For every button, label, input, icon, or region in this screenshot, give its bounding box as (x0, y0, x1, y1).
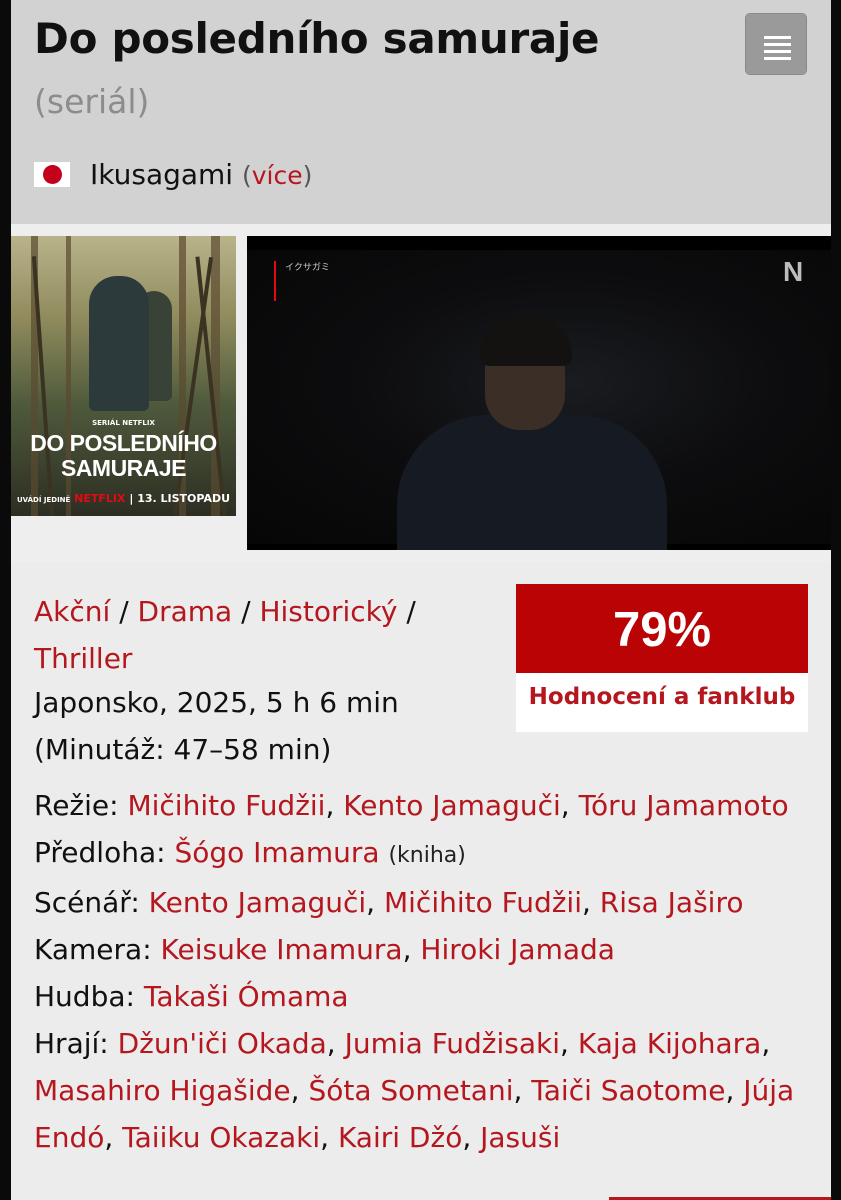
music-row: Hudba: Takaši Ómama (34, 973, 809, 1020)
poster-image[interactable]: SERIÁL NETFLIX DO POSLEDNÍHO SAMURAJE UV… (11, 236, 236, 516)
music-label: Hudba: (34, 980, 135, 1013)
camera-label: Kamera: (34, 933, 152, 966)
genre-link[interactable]: Historický (259, 595, 397, 628)
video-caption: イクサガミ (285, 263, 330, 273)
genre-link[interactable]: Thriller (34, 642, 132, 675)
person-link[interactable]: Mičihito Fudžii (127, 789, 325, 822)
origin-year-length: Japonsko, 2025, 5 h 6 min (34, 686, 399, 719)
person-link[interactable]: Kaja Kijohara (578, 1027, 762, 1060)
person-link[interactable]: Jasuši (480, 1121, 560, 1154)
trailer-video[interactable]: イクサガミ N (247, 236, 831, 550)
person-link[interactable]: Risa Jaširo (600, 886, 744, 919)
more-titles-link[interactable]: více (252, 161, 303, 190)
source-label: Předloha: (34, 836, 166, 869)
rating-fanclub-link[interactable]: Hodnocení a fanklub (516, 684, 808, 710)
person-link[interactable]: Taiiku Okazaki (122, 1121, 320, 1154)
cast-label: Hrají: (34, 1027, 109, 1060)
episode-length: (Minutáž: 47–58 min) (34, 733, 332, 766)
cast-row: Hrají: Džun'iči Okada, Jumia Fudžisaki, … (34, 1027, 795, 1154)
person-link[interactable]: Kento Jamaguči (149, 886, 367, 919)
creators-list: Režie: Mičihito Fudžii, Kento Jamaguči, … (34, 782, 809, 1161)
person-link[interactable]: Masahiro Higašide (34, 1074, 291, 1107)
directors-row: Režie: Mičihito Fudžii, Kento Jamaguči, … (34, 789, 789, 822)
genre-link[interactable]: Akční (34, 595, 110, 628)
person-link[interactable]: Hiroki Jamada (420, 933, 615, 966)
writers-row: Scénář: Kento Jamaguči, Mičihito Fudžii,… (34, 886, 744, 919)
poster-brand-line: UVÁDÍ JEDINĚ NETFLIX | 13. LISTOPADU (16, 492, 231, 505)
film-meta: Japonsko, 2025, 5 h 6 min (Minutáž: 47–5… (34, 679, 399, 773)
page-subtitle: (seriál) (34, 82, 150, 121)
original-title-row: Ikusagami (více) (90, 158, 312, 191)
poster-series-label: SERIÁL NETFLIX (92, 419, 155, 427)
rating-box[interactable]: 79% Hodnocení a fanklub (516, 584, 808, 732)
netflix-n-logo-icon: N (783, 256, 804, 287)
hamburger-menu-icon[interactable] (745, 13, 807, 75)
japan-flag-icon (34, 162, 70, 187)
person-link[interactable]: Džun'iči Okada (118, 1027, 327, 1060)
person-link[interactable]: Kento Jamaguči (343, 789, 561, 822)
more-titles: (více) (242, 161, 313, 190)
source-note: (kniha) (388, 843, 466, 868)
camera-row: Kamera: Keisuke Imamura, Hiroki Jamada (34, 933, 615, 966)
genre-link[interactable]: Drama (138, 595, 233, 628)
person-link[interactable]: Takaši Ómama (144, 980, 349, 1013)
genre-list: Akční / Drama / Historický / Thriller (34, 595, 416, 675)
page-title: Do posledního samuraje (34, 14, 600, 63)
original-title: Ikusagami (90, 158, 234, 191)
title-header: Do posledního samuraje (seriál) Ikusagam… (11, 0, 831, 224)
person-link[interactable]: Jumia Fudžisaki (345, 1027, 560, 1060)
film-info: Akční / Drama / Historický / Thriller Ja… (11, 562, 831, 1200)
poster-title-line2: SAMURAJE (60, 455, 187, 481)
person-link[interactable]: Taiči Saotome (531, 1074, 725, 1107)
person-link[interactable]: Šógo Imamura (174, 836, 379, 869)
person-link[interactable]: Mičihito Fudžii (384, 886, 582, 919)
writers-label: Scénář: (34, 886, 140, 919)
rating-percent[interactable]: 79% (516, 584, 808, 673)
person-link[interactable]: Keisuke Imamura (161, 933, 403, 966)
source-row: Předloha: Šógo Imamura (kniha) (34, 829, 809, 879)
netflix-logo: NETFLIX (74, 492, 126, 505)
poster-title-line1: DO POSLEDNÍHO (30, 430, 217, 456)
page: Do posledního samuraje (seriál) Ikusagam… (11, 0, 831, 1200)
person-link[interactable]: Kairi Džó (338, 1121, 462, 1154)
person-link[interactable]: Tóru Jamamoto (579, 789, 789, 822)
directors-label: Režie: (34, 789, 119, 822)
person-link[interactable]: Šóta Sometani (308, 1074, 513, 1107)
